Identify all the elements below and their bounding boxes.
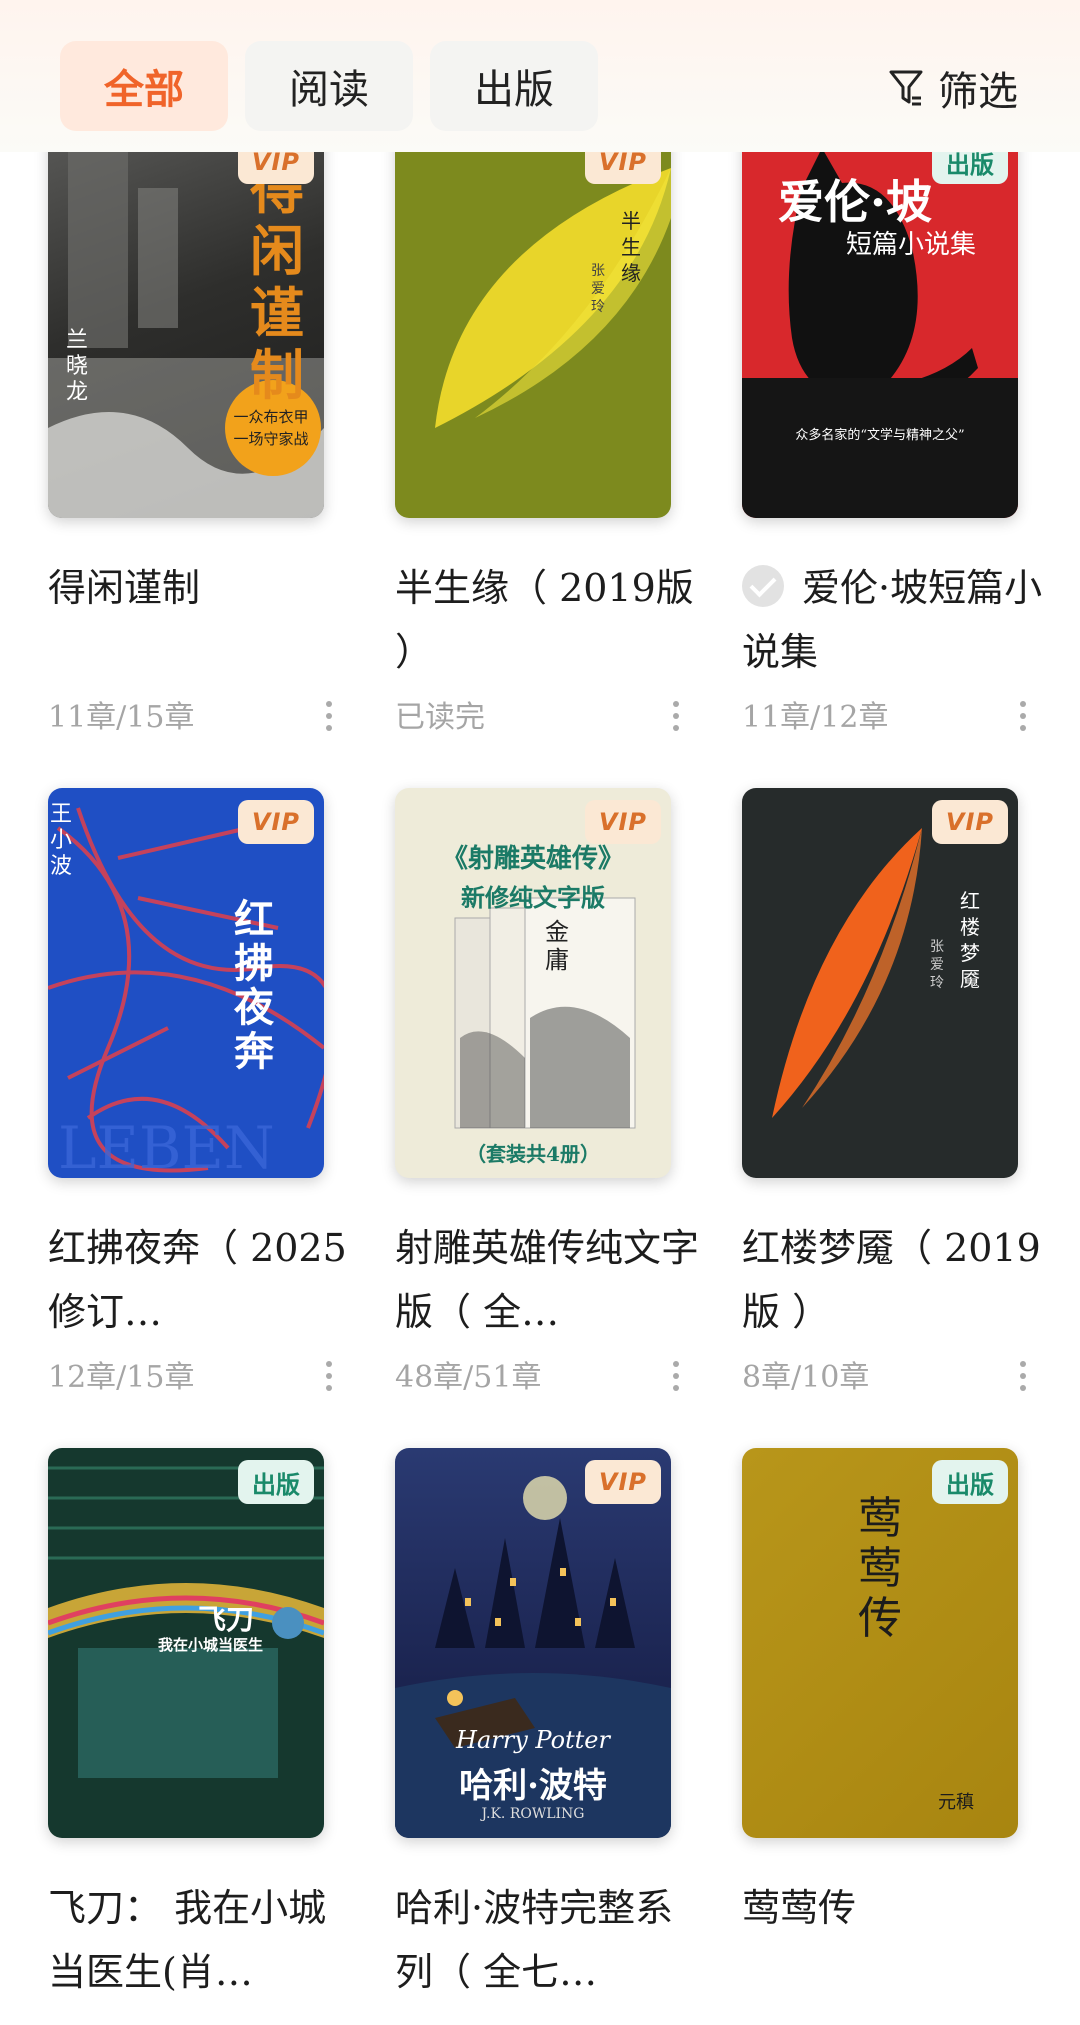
cover-subtitle: 新修纯文字版 bbox=[461, 883, 605, 912]
book-cover[interactable]: 红楼梦魇 张爱玲 VIP bbox=[742, 788, 1018, 1178]
filter-button[interactable]: 筛选 bbox=[888, 58, 1018, 118]
more-icon[interactable] bbox=[672, 1360, 680, 1392]
cover-subtitle: 短篇小说集 bbox=[846, 230, 977, 260]
cover-title: 飞刀 bbox=[198, 1603, 255, 1636]
cover-title: 哈利·波特 bbox=[459, 1766, 607, 1806]
more-icon[interactable] bbox=[325, 700, 333, 732]
book-cover[interactable]: 得闲谨制 兰晓龙 一众布衣甲 一场守家战 VIP bbox=[48, 128, 324, 518]
cover-author: 兰晓龙 bbox=[66, 328, 89, 405]
filter-icon bbox=[889, 70, 923, 106]
book-cover[interactable]: 半生缘 张爱玲 VIP bbox=[395, 128, 671, 518]
cover-author: 元稹 bbox=[938, 1792, 974, 1813]
book-card[interactable]: 《射雕英雄传》 新修纯文字版 （套装共4册） 金庸 VIP 射雕英雄传纯文字版（… bbox=[347, 660, 699, 1395]
filter-label: 筛选 bbox=[938, 69, 1018, 115]
more-icon[interactable] bbox=[325, 1360, 333, 1392]
tab-published[interactable]: 出版 bbox=[430, 41, 598, 131]
bookshelf-grid: 得闲谨制 兰晓龙 一众布衣甲 一场守家战 VIP 得闲谨制 11章/15章 半生… bbox=[0, 0, 1080, 2025]
book-card[interactable]: 莺莺传 元稹 出版 莺莺传 bbox=[694, 1320, 1018, 1940]
published-badge: 出版 bbox=[932, 1460, 1008, 1504]
book-title: 哈利·波特完整系列（ 全七… bbox=[395, 1886, 674, 1994]
vip-badge: VIP bbox=[584, 1460, 661, 1504]
more-icon[interactable] bbox=[1019, 1360, 1027, 1392]
cover-title-en: Harry Potter bbox=[456, 1726, 610, 1754]
book-card[interactable]: Harry Potter 哈利·波特 J.K. ROWLING VIP 哈利·波… bbox=[347, 1320, 673, 1994]
cover-art bbox=[435, 168, 671, 428]
cover-title: 莺莺传 bbox=[858, 1493, 902, 1644]
book-title: 得闲谨制 bbox=[48, 566, 201, 610]
cover-tagline-line: 一众布衣甲 bbox=[233, 408, 309, 426]
book-cover[interactable]: Harry Potter 哈利·波特 J.K. ROWLING VIP bbox=[395, 1448, 671, 1838]
cover-tagline: 众多名家的“文学与精神之父” bbox=[795, 428, 965, 443]
read-complete-check-icon bbox=[742, 565, 784, 607]
cover-set-note: （套装共4册） bbox=[466, 1142, 600, 1166]
book-card[interactable]: 红楼梦魇 张爱玲 VIP 红楼梦魇（ 2019版 ） 8章/10章 bbox=[694, 660, 1041, 1395]
cover-author: 王小波 bbox=[50, 802, 73, 879]
published-badge: 出版 bbox=[238, 1460, 314, 1504]
vip-badge: VIP bbox=[237, 800, 314, 844]
book-title: 莺莺传 bbox=[742, 1886, 857, 1930]
cover-author: J.K. ROWLING bbox=[481, 1806, 585, 1822]
vip-badge: VIP bbox=[584, 800, 661, 844]
book-cover[interactable]: 飞刀 我在小城当医生 出版 bbox=[48, 1448, 324, 1838]
cover-author: 金庸 bbox=[545, 918, 569, 974]
cover-author: 张爱玲 bbox=[930, 939, 944, 991]
book-title-text: 爱伦·坡短篇小说集 bbox=[742, 566, 1043, 674]
cover-subtitle: 我在小城当医生 bbox=[158, 1636, 264, 1654]
cover-title: 爱伦·坡 bbox=[778, 175, 933, 229]
cover-title: 得闲谨制 bbox=[250, 157, 304, 407]
cover-art: LEBEN bbox=[48, 807, 324, 1178]
tab-all[interactable]: 全部 bbox=[60, 41, 228, 131]
cover-tagline-line: 一场守家战 bbox=[233, 430, 309, 448]
vip-badge: VIP bbox=[931, 800, 1008, 844]
book-cover[interactable]: 《射雕英雄传》 新修纯文字版 （套装共4册） 金庸 VIP bbox=[395, 788, 671, 1178]
svg-text:LEBEN: LEBEN bbox=[58, 1114, 275, 1178]
cover-title: 红拂夜奔 bbox=[234, 896, 274, 1075]
cover-tagline: 一众布衣甲 一场守家战 bbox=[216, 406, 324, 450]
cover-title: 半生缘 bbox=[621, 209, 641, 285]
book-cover[interactable]: LEBEN 红拂夜奔 王小波 VIP bbox=[48, 788, 324, 1178]
book-cover[interactable]: 莺莺传 元稹 出版 bbox=[742, 1448, 1018, 1838]
book-title: 飞刀： 我在小城当医生(肖… bbox=[48, 1886, 327, 1994]
cover-title: 红楼梦魇 bbox=[960, 889, 980, 991]
book-cover[interactable]: 爱伦·坡 短篇小说集 众多名家的“文学与精神之父” 出版 bbox=[742, 128, 1018, 518]
tab-reading[interactable]: 阅读 bbox=[245, 41, 413, 131]
book-card[interactable]: LEBEN 红拂夜奔 王小波 VIP 红拂夜奔（ 2025修订… 12章/15章 bbox=[0, 660, 347, 1395]
cover-author: 张爱玲 bbox=[591, 263, 605, 315]
book-card[interactable]: 飞刀 我在小城当医生 出版 飞刀： 我在小城当医生(肖… bbox=[0, 1320, 326, 1994]
more-icon[interactable] bbox=[1019, 700, 1027, 732]
more-icon[interactable] bbox=[672, 700, 680, 732]
top-filter-bar: 全部 阅读 出版 筛选 bbox=[0, 0, 1080, 152]
